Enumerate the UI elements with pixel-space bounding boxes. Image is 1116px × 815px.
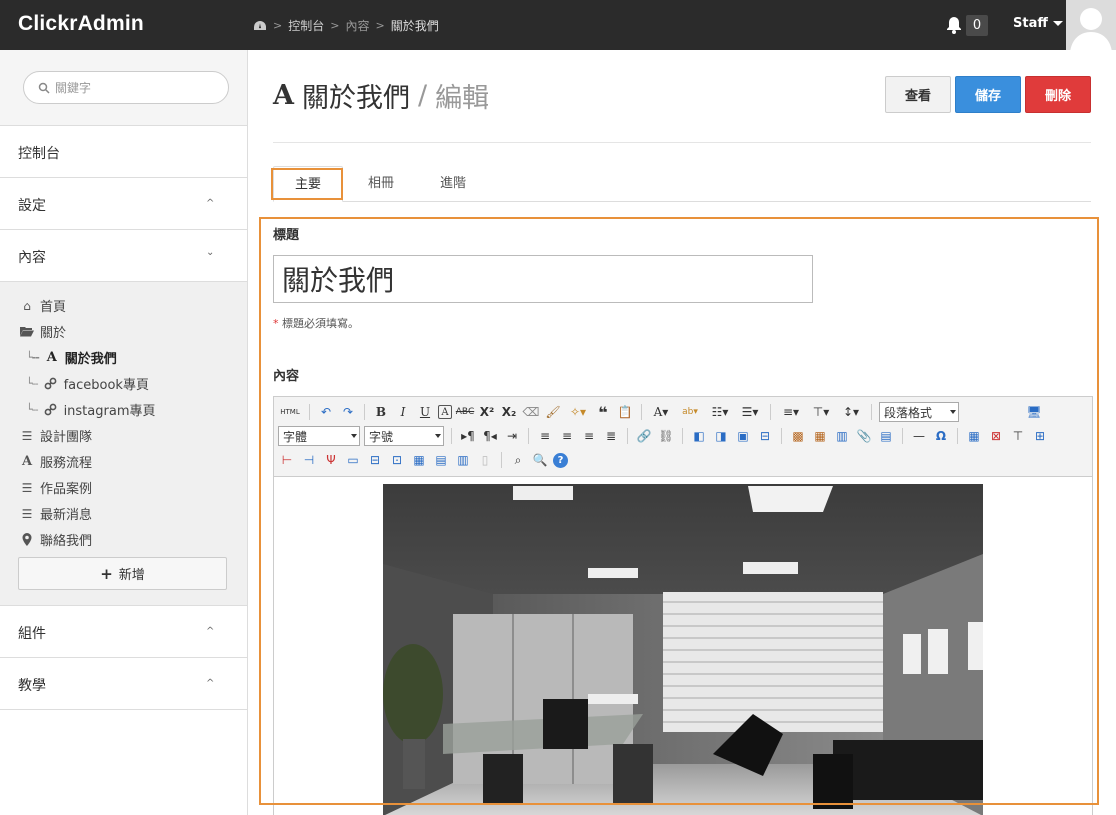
bell-icon[interactable]: [946, 16, 962, 34]
sidebar: 控制台 設定 ^ 內容 ⌄ ⌂ 首頁 關於 └-- A 關於我們 └--: [0, 50, 248, 815]
tree-item-home[interactable]: ⌂ 首頁: [20, 296, 67, 316]
plus-icon: +: [100, 564, 113, 583]
tree-item-service-flow[interactable]: A 服務流程: [20, 452, 92, 471]
tree-item-portfolio[interactable]: ☰ 作品案例: [20, 478, 93, 498]
sidebar-section-tutorial[interactable]: 教學 ^: [0, 658, 247, 710]
tree-branch-line: └--: [26, 403, 39, 416]
tree-item-facebook[interactable]: └-- facebook專頁: [26, 374, 149, 393]
breadcrumb-item-dashboard[interactable]: 控制台: [288, 17, 324, 34]
chevron-down-icon: ⌄: [206, 247, 215, 258]
tree-branch-line: └--: [26, 351, 40, 364]
user-silhouette-icon: [1070, 8, 1112, 50]
sidebar-section-label: 教學: [18, 678, 46, 694]
tree-item-about[interactable]: 關於: [20, 322, 66, 341]
list-icon: ☰: [21, 506, 33, 521]
tree-item-contact[interactable]: 聯絡我們: [20, 530, 92, 549]
page-title-text: 關於我們: [301, 83, 410, 114]
add-item-label: 新增: [118, 568, 145, 583]
breadcrumb-item-current: 關於我們: [390, 19, 439, 33]
sidebar-section-dashboard[interactable]: 控制台: [0, 126, 247, 178]
tab-album[interactable]: 相冊: [351, 166, 411, 202]
sidebar-section-label: 組件: [18, 626, 46, 642]
sidebar-section-label: 內容: [18, 250, 46, 266]
notification-count-badge[interactable]: 0: [966, 15, 988, 36]
search-box: [23, 71, 229, 104]
view-button[interactable]: 查看: [885, 76, 951, 113]
tree-item-label: instagram專頁: [63, 404, 156, 419]
chevron-up-icon: ^: [206, 626, 215, 637]
font-icon: A: [21, 454, 33, 469]
breadcrumb-separator: >: [330, 19, 340, 32]
tree-item-label: 作品案例: [40, 482, 93, 497]
home-icon: ⌂: [23, 298, 31, 313]
font-icon: A: [273, 80, 294, 111]
dashboard-icon[interactable]: [253, 20, 267, 32]
delete-button[interactable]: 刪除: [1025, 76, 1091, 113]
tree-item-design-team[interactable]: ☰ 設計團隊: [20, 426, 93, 446]
caret-down-icon: [1052, 21, 1063, 26]
brand-logo[interactable]: ClickrAdmin: [18, 12, 144, 36]
breadcrumb: > 控制台 > 內容 > 關於我們: [253, 17, 439, 34]
tree-item-label: 首頁: [40, 300, 67, 315]
tree-item-label: 聯絡我們: [40, 534, 93, 549]
tree-item-label: facebook專頁: [63, 378, 149, 393]
tree-item-about-us[interactable]: └-- A 關於我們: [26, 348, 117, 367]
tab-advanced[interactable]: 進階: [423, 166, 483, 202]
divider: [273, 142, 1091, 143]
link-icon: [44, 403, 58, 416]
folder-open-icon: [20, 326, 34, 337]
avatar[interactable]: [1066, 0, 1116, 50]
font-icon: A: [46, 350, 57, 365]
tab-highlight-box: [271, 168, 343, 200]
tree-item-label: 關於我們: [64, 352, 117, 367]
tree-item-news[interactable]: ☰ 最新消息: [20, 504, 93, 524]
add-item-button[interactable]: + 新增: [18, 557, 227, 590]
map-marker-icon: [20, 533, 34, 546]
tree-item-instagram[interactable]: └-- instagram專頁: [26, 400, 155, 419]
top-navbar: ClickrAdmin > 控制台 > 內容 > 關於我們 0 Staff: [0, 0, 1116, 50]
tree-item-label: 設計團隊: [40, 430, 93, 445]
sidebar-section-content[interactable]: 內容 ⌄: [0, 230, 247, 282]
list-icon: ☰: [21, 480, 33, 495]
user-name: Staff: [1013, 16, 1048, 31]
content-tree: ⌂ 首頁 關於 └-- A 關於我們 └-- facebook專頁 └-- in…: [0, 282, 247, 606]
page-subtitle: 編輯: [435, 83, 490, 114]
main-content: A 關於我們 / 編輯 查看 儲存 刪除 主要 相冊 進階 標題 * 標題必須填…: [249, 50, 1116, 815]
search-icon: [38, 82, 50, 94]
link-icon: [44, 377, 58, 390]
title-separator: /: [417, 80, 428, 111]
sidebar-search-area: [0, 50, 247, 126]
tree-item-label: 最新消息: [40, 508, 93, 523]
page-title: A 關於我們 / 編輯: [273, 76, 489, 115]
chevron-up-icon: ^: [206, 678, 215, 689]
tree-item-label: 關於: [40, 326, 67, 341]
chevron-up-icon: ^: [206, 198, 215, 209]
sidebar-section-label: 設定: [18, 198, 46, 214]
search-input[interactable]: [55, 80, 205, 95]
tab-bar: 主要 相冊 進階: [273, 166, 1091, 202]
save-button[interactable]: 儲存: [955, 76, 1021, 113]
breadcrumb-item-content[interactable]: 內容: [345, 17, 369, 34]
breadcrumb-separator: >: [375, 19, 385, 32]
list-icon: ☰: [21, 428, 33, 443]
breadcrumb-separator: >: [273, 19, 283, 32]
tree-item-label: 服務流程: [40, 456, 93, 471]
sidebar-section-label: 控制台: [18, 146, 60, 162]
user-menu-button[interactable]: Staff: [1013, 16, 1063, 31]
sidebar-section-components[interactable]: 組件 ^: [0, 606, 247, 658]
sidebar-section-settings[interactable]: 設定 ^: [0, 178, 247, 230]
tree-branch-line: └--: [26, 377, 39, 390]
form-highlight-box: [259, 217, 1099, 805]
